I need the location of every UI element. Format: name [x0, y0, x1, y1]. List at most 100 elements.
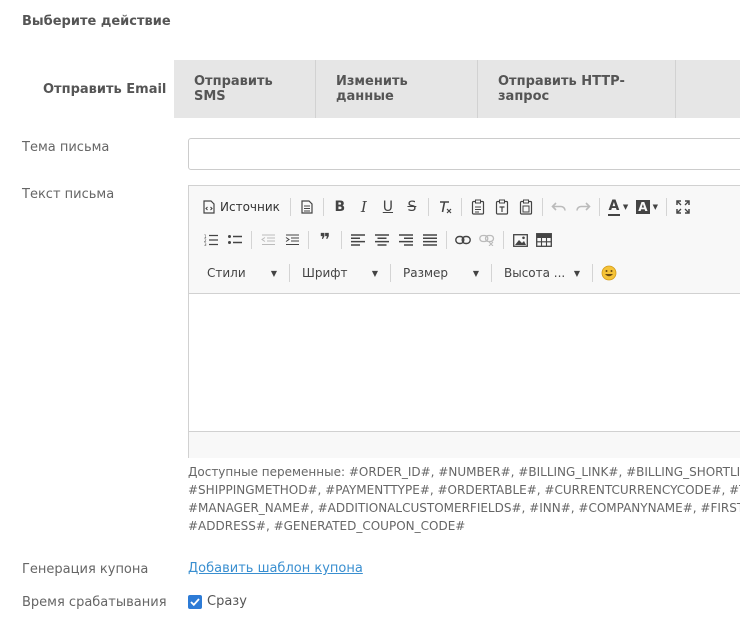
editor-toolbar: Источник B I U S A ▼ A ▼ 1 2 3 ❞ Стили ▼… — [189, 186, 740, 294]
remove-format-button[interactable] — [433, 195, 457, 219]
document-icon — [301, 200, 313, 214]
strikethrough-button[interactable]: S — [400, 195, 424, 219]
tab-send-email[interactable]: Отправить Email — [22, 60, 174, 118]
align-center-icon — [375, 234, 389, 246]
variables-line: #SHIPPINGMETHOD#, #PAYMENTTYPE#, #ORDERT… — [188, 483, 740, 497]
tab-send-http[interactable]: Отправить HTTP-запрос — [478, 60, 676, 118]
trigger-time-label: Время срабатывания — [22, 595, 167, 610]
source-label: Источник — [220, 200, 280, 214]
bullet-list-button[interactable] — [223, 228, 247, 252]
svg-text:3: 3 — [204, 242, 207, 246]
checkmark-icon — [190, 597, 200, 606]
unlink-icon — [479, 234, 495, 246]
section-title: Выберите действие — [22, 14, 171, 29]
font-dropdown-label: Шрифт — [302, 266, 348, 280]
chevron-down-icon: ▼ — [652, 203, 658, 211]
toolbar-separator — [289, 198, 291, 216]
maximize-button[interactable] — [671, 195, 695, 219]
image-icon — [512, 233, 528, 247]
numbered-list-button[interactable]: 123 — [199, 228, 223, 252]
add-coupon-template-link[interactable]: Добавить шаблон купона — [188, 561, 363, 576]
indent-icon — [285, 234, 299, 246]
align-right-button[interactable] — [394, 228, 418, 252]
toolbar-separator — [427, 198, 429, 216]
new-page-button[interactable] — [295, 195, 319, 219]
text-color-button[interactable]: A ▼ — [604, 195, 632, 219]
toolbar-separator — [390, 264, 391, 282]
toolbar-separator — [341, 231, 342, 249]
paste-text-button[interactable] — [490, 195, 514, 219]
variables-line: #MANAGER_NAME#, #ADDITIONALCUSTOMERFIELD… — [188, 501, 740, 515]
chevron-down-icon: ▼ — [371, 268, 378, 278]
image-button[interactable] — [508, 228, 532, 252]
italic-button[interactable]: I — [352, 195, 376, 219]
paste-button[interactable] — [466, 195, 490, 219]
align-center-button[interactable] — [370, 228, 394, 252]
source-icon — [203, 200, 215, 214]
paste-word-button[interactable] — [514, 195, 538, 219]
table-button[interactable] — [532, 228, 556, 252]
undo-button[interactable] — [547, 195, 571, 219]
size-dropdown[interactable]: Размер ▼ — [395, 261, 487, 285]
chevron-down-icon: ▼ — [573, 268, 580, 278]
source-button[interactable]: Источник — [199, 195, 286, 219]
underline-button[interactable]: U — [376, 195, 400, 219]
bg-color-label: A — [636, 200, 650, 214]
coupon-label: Генерация купона — [22, 562, 149, 577]
bg-color-button[interactable]: A ▼ — [632, 195, 662, 219]
align-right-icon — [399, 234, 413, 246]
blockquote-button[interactable]: ❞ — [313, 228, 337, 252]
trigger-immediately-option[interactable]: Сразу — [188, 594, 247, 609]
subject-label: Тема письма — [22, 140, 110, 155]
rich-text-editor: Источник B I U S A ▼ A ▼ 1 2 3 ❞ Стили ▼… — [188, 185, 740, 458]
toolbar-separator — [491, 264, 492, 282]
align-justify-icon — [423, 234, 437, 246]
tab-send-sms[interactable]: Отправить SMS — [174, 60, 316, 118]
remove-format-icon — [437, 199, 453, 215]
toolbar-separator — [308, 231, 309, 249]
chevron-down-icon: ▼ — [270, 268, 277, 278]
styles-dropdown[interactable]: Стили ▼ — [199, 261, 285, 285]
tab-strip-filler — [676, 60, 740, 118]
toolbar-separator — [541, 198, 543, 216]
toolbar-separator — [503, 231, 504, 249]
editor-content-area[interactable] — [189, 294, 740, 431]
indent-button[interactable] — [280, 228, 304, 252]
action-tabs: Отправить Email Отправить SMS Изменить д… — [22, 60, 740, 118]
editor-status-bar — [189, 431, 740, 458]
line-height-dropdown[interactable]: Высота ... ▼ — [496, 261, 588, 285]
paste-text-icon — [495, 199, 509, 215]
align-left-icon — [351, 234, 365, 246]
link-icon — [455, 235, 471, 245]
styles-dropdown-label: Стили — [207, 266, 246, 280]
align-left-button[interactable] — [346, 228, 370, 252]
toolbar-separator — [460, 198, 462, 216]
emoji-button[interactable] — [597, 261, 621, 285]
tab-change-data[interactable]: Изменить данные — [316, 60, 478, 118]
line-height-dropdown-label: Высота ... — [504, 266, 566, 280]
bold-button[interactable]: B — [328, 195, 352, 219]
paste-word-icon — [519, 199, 533, 215]
undo-icon — [551, 201, 567, 213]
chevron-down-icon: ▼ — [622, 203, 629, 211]
toolbar-separator — [598, 198, 600, 216]
link-button[interactable] — [451, 228, 475, 252]
immediately-checkbox[interactable] — [188, 594, 202, 609]
redo-button[interactable] — [571, 195, 595, 219]
outdent-button[interactable] — [256, 228, 280, 252]
variables-line: #ADDRESS#, #GENERATED_COUPON_CODE# — [188, 519, 466, 533]
toolbar-separator — [446, 231, 447, 249]
toolbar-separator — [289, 264, 290, 282]
numbered-list-icon: 123 — [204, 234, 218, 246]
unlink-button[interactable] — [475, 228, 499, 252]
immediately-label: Сразу — [207, 594, 247, 609]
maximize-icon — [676, 200, 690, 214]
subject-input[interactable] — [188, 138, 740, 170]
font-dropdown[interactable]: Шрифт ▼ — [294, 261, 386, 285]
clipboard-icon — [471, 199, 485, 215]
align-justify-button[interactable] — [418, 228, 442, 252]
toolbar-separator — [665, 198, 667, 216]
variables-line: Доступные переменные: #ORDER_ID#, #NUMBE… — [188, 465, 740, 479]
redo-icon — [575, 201, 591, 213]
text-color-swatch — [607, 213, 620, 216]
